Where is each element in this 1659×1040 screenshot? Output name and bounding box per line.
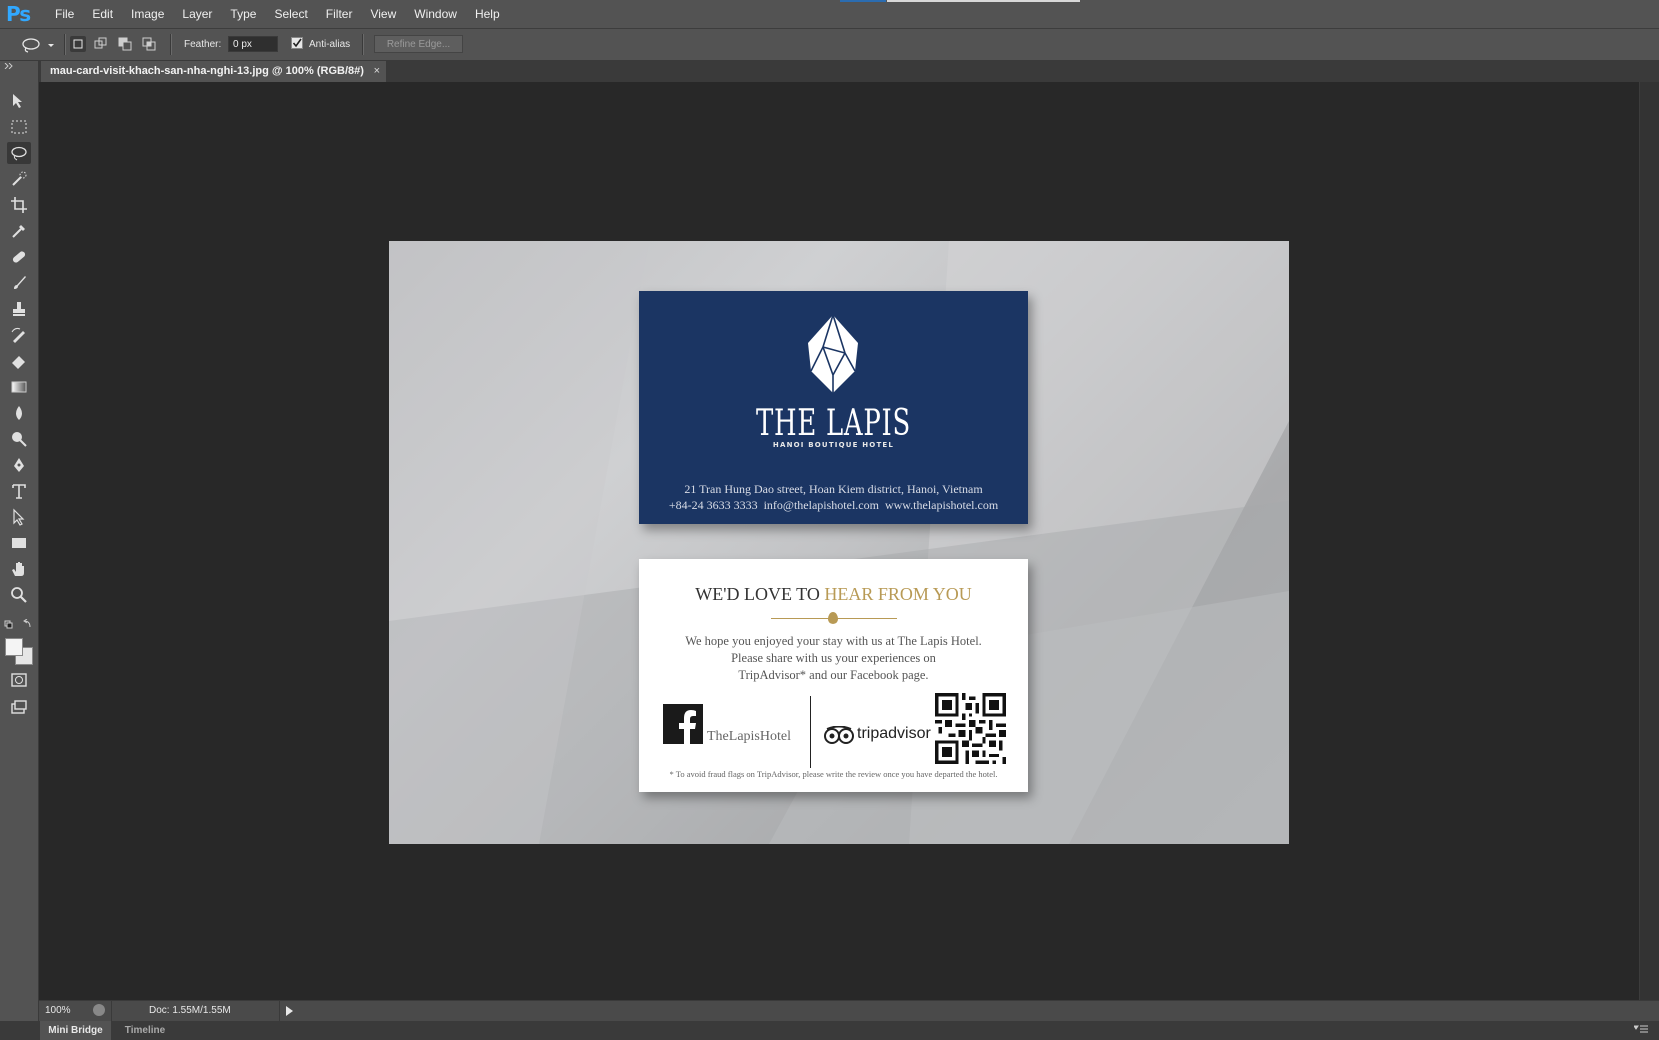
brand-name: THE LAPIS [756,403,911,444]
status-bar: 100% Doc: 1.55M/1.55M [39,1000,1659,1021]
document-tab[interactable]: mau-card-visit-khach-san-nha-nghi-13.jpg… [41,61,386,82]
status-divider [279,1001,280,1021]
dodge-tool-icon[interactable] [7,428,31,450]
title-highlight-blue [840,0,886,2]
document-tab-title: mau-card-visit-khach-san-nha-nghi-13.jpg… [50,65,364,77]
eyedropper-tool-icon[interactable] [7,220,31,242]
add-to-selection-icon[interactable] [93,36,109,52]
status-divider [111,1001,112,1021]
tab-mini-bridge[interactable]: Mini Bridge [40,1021,111,1040]
checkmark-icon [292,38,302,48]
vertical-scrollbar[interactable] [1639,82,1659,1000]
ornament-leaf-icon [828,612,838,624]
menu-image[interactable]: Image [122,0,173,28]
refine-edge-button[interactable]: Refine Edge... [374,35,463,53]
facebook-icon [663,704,703,744]
options-bar: Feather: 0 px Anti-alias Refine Edge... [0,29,1659,61]
eraser-tool-icon[interactable] [7,350,31,372]
card-back: WE'D LOVE TO HEAR FROM YOU We hope you e… [639,559,1028,792]
menu-bar: Ps File Edit Image Layer Type Select Fil… [0,0,1659,29]
foreground-color-swatch[interactable] [5,638,23,656]
footnote: * To avoid fraud flags on TripAdvisor, p… [669,769,998,779]
thank-you-message: We hope you enjoyed your stay with us at… [639,633,1028,684]
tripadvisor-owl-icon [824,726,854,744]
menu-view[interactable]: View [361,0,405,28]
menu-select[interactable]: Select [265,0,316,28]
zoom-level[interactable]: 100% [45,1003,71,1019]
feather-label: Feather: [184,39,222,50]
tab-timeline[interactable]: Timeline [116,1021,174,1040]
social-divider [810,696,811,768]
subtract-from-selection-icon[interactable] [117,36,133,52]
message-line: We hope you enjoyed your stay with us at… [685,634,982,648]
anti-alias-checkbox[interactable] [291,37,303,49]
collapse-panel-icon[interactable] [4,63,14,69]
lasso-tool-icon[interactable] [7,142,31,164]
move-tool-icon[interactable] [7,90,31,112]
bottom-panel: Mini Bridge Timeline [0,1021,1659,1040]
menu-file[interactable]: File [46,0,83,28]
menu-list: File Edit Image Layer Type Select Filter… [46,0,509,28]
options-divider [362,34,364,55]
lasso-preset-picker[interactable] [20,29,56,60]
message-line: Please share with us your experiences on [731,651,936,665]
path-selection-tool-icon[interactable] [7,506,31,528]
anti-alias-label: Anti-alias [309,39,351,50]
options-divider [170,34,172,55]
new-selection-icon[interactable] [70,36,86,52]
hotel-address: 21 Tran Hung Dao street, Hoan Kiem distr… [684,482,983,496]
qr-code [935,693,1006,764]
swap-colors-icon[interactable] [4,619,34,631]
hotel-contacts: +84-24 3633 3333 info@thelapishotel.com … [668,498,999,512]
brand-subtitle: HANOI BOUTIQUE HOTEL [772,441,895,449]
toolbox [0,61,39,1026]
brush-tool-icon[interactable] [7,272,31,294]
status-info-icon[interactable] [93,1004,105,1016]
gradient-tool-icon[interactable] [7,376,31,398]
facebook-handle: TheLapisHotel [707,729,791,744]
quick-mask-icon[interactable] [7,669,31,691]
clone-stamp-tool-icon[interactable] [7,298,31,320]
hand-tool-icon[interactable] [7,558,31,580]
menu-window[interactable]: Window [405,0,466,28]
feather-input[interactable]: 0 px [228,36,278,52]
photoshop-logo: Ps [6,2,31,26]
marquee-tool-icon[interactable] [7,116,31,138]
healing-brush-tool-icon[interactable] [7,246,31,268]
menu-layer[interactable]: Layer [173,0,221,28]
panel-menu-icon[interactable] [1634,1024,1648,1034]
tripadvisor-label: tripadvisor [857,725,931,742]
rectangle-tool-icon[interactable] [7,532,31,554]
card-front: THE LAPIS HANOI BOUTIQUE HOTEL 21 Tran H… [639,291,1028,524]
menu-type[interactable]: Type [221,0,265,28]
close-icon[interactable]: × [374,61,380,82]
headline-dark-text: WE'D LOVE TO [695,584,820,604]
title-highlight-white [887,0,1080,2]
blur-tool-icon[interactable] [7,402,31,424]
lapis-gem-logo [808,315,858,393]
quick-selection-tool-icon[interactable] [7,168,31,190]
document-image: THE LAPIS HANOI BOUTIQUE HOTEL 21 Tran H… [389,241,1289,844]
menu-edit[interactable]: Edit [83,0,122,28]
crop-tool-icon[interactable] [7,194,31,216]
pen-tool-icon[interactable] [7,454,31,476]
menu-filter[interactable]: Filter [317,0,362,28]
document-tab-strip: mau-card-visit-khach-san-nha-nghi-13.jpg… [39,61,1659,82]
message-line: TripAdvisor* and our Facebook page. [738,668,929,682]
history-brush-tool-icon[interactable] [7,324,31,346]
screen-mode-icon[interactable] [7,697,31,719]
intersect-selection-icon[interactable] [141,36,157,52]
document-size: Doc: 1.55M/1.55M [149,1005,231,1016]
zoom-tool-icon[interactable] [7,584,31,606]
lasso-icon [22,37,54,53]
menu-help[interactable]: Help [466,0,509,28]
card-headline: WE'D LOVE TO HEAR FROM YOU [639,584,1028,605]
headline-gold-text: HEAR FROM YOU [824,584,972,604]
status-menu-arrow-icon[interactable] [286,1006,293,1016]
options-divider [64,34,66,55]
type-tool-icon[interactable] [7,480,31,502]
